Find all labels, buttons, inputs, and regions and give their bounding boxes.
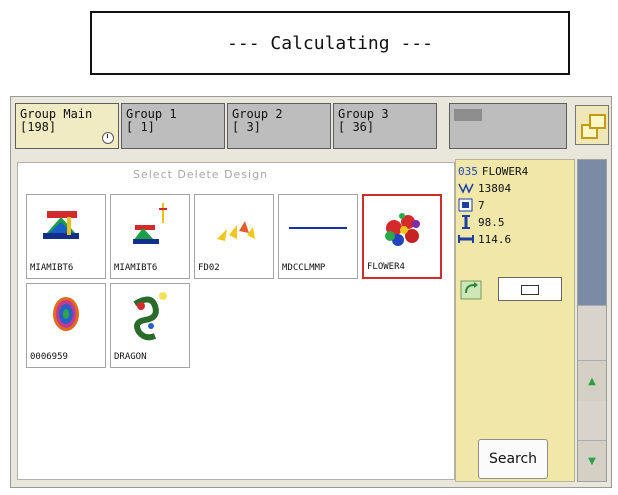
- height-icon: [458, 215, 474, 229]
- design-number: 035: [458, 164, 478, 178]
- design-thumb-0006959[interactable]: 0006959: [26, 283, 106, 368]
- stitch-count-row: 13804: [458, 180, 511, 196]
- design-label: MIAMIBT6: [114, 263, 158, 273]
- design-height: 98.5: [478, 215, 505, 229]
- design-label: MDCCLMMP: [282, 263, 326, 273]
- stitch-icon: [458, 181, 474, 195]
- tab-filter[interactable]: [449, 103, 567, 149]
- multi-select-button[interactable]: [575, 105, 609, 145]
- height-row: 98.5: [458, 214, 505, 230]
- preview-frame-box[interactable]: [498, 277, 562, 301]
- stitch-count: 13804: [478, 181, 512, 195]
- rotate-icon[interactable]: [460, 280, 482, 300]
- design-list-scrollbar[interactable]: ▲ ▼: [577, 159, 607, 482]
- design-label: 0006959: [30, 352, 68, 362]
- search-button[interactable]: Search: [478, 439, 548, 479]
- design-label: FLOWER4: [367, 262, 405, 272]
- design-grid: Select Delete Design MIAMIBT6 MIAMIBT6 F…: [17, 162, 455, 480]
- tab-label: Group 2: [232, 107, 283, 121]
- clock-icon: [102, 132, 114, 144]
- color-count-row: 7: [458, 197, 485, 213]
- tab-count: [ 36]: [338, 120, 375, 134]
- scroll-track[interactable]: [578, 160, 606, 305]
- width-icon: [458, 232, 474, 246]
- miami-design-icon: [133, 203, 167, 244]
- tab-group-3[interactable]: Group 3 [ 36]: [333, 103, 437, 149]
- filter-icon: [454, 108, 482, 121]
- design-thumb-mdcclmmp[interactable]: MDCCLMMP: [278, 194, 358, 279]
- design-label: DRAGON: [114, 352, 147, 362]
- scroll-up-arrow[interactable]: ▲: [578, 360, 606, 401]
- fd02-design-icon: [217, 221, 255, 241]
- design-thumb-miamibt6[interactable]: MIAMIBT6: [26, 194, 106, 279]
- calculating-status: --- Calculating ---: [90, 11, 570, 75]
- miami-design-icon: [43, 211, 79, 239]
- tab-group-1[interactable]: Group 1 [ 1]: [121, 103, 225, 149]
- design-area-title: Select Delete Design: [133, 168, 269, 181]
- design-label: MIAMIBT6: [30, 263, 74, 273]
- design-name-row: 035 FLOWER4: [458, 163, 528, 179]
- tab-label: Group 3: [338, 107, 389, 121]
- design-thumb-dragon[interactable]: DRAGON: [110, 283, 190, 368]
- tab-label: Group 1: [126, 107, 177, 121]
- flower-design-icon: [385, 213, 420, 246]
- color-count: 7: [478, 198, 485, 212]
- design-info-panel: 035 FLOWER4 13804 7 98.5 114.6 Search: [455, 159, 575, 482]
- line-design-icon: [289, 227, 347, 229]
- tab-label: Group Main: [20, 107, 93, 121]
- design-name: FLOWER4: [481, 164, 529, 178]
- tab-group-2[interactable]: Group 2 [ 3]: [227, 103, 331, 149]
- design-label: FD02: [198, 263, 220, 273]
- design-width: 114.6: [478, 232, 512, 246]
- dragon-design-icon: [133, 292, 167, 341]
- width-row: 114.6: [458, 231, 511, 247]
- tab-count: [ 3]: [232, 120, 261, 134]
- design-thumb-miamibt6-2[interactable]: MIAMIBT6: [110, 194, 190, 279]
- scroll-down-arrow[interactable]: ▼: [578, 440, 606, 481]
- color-change-icon: [458, 198, 474, 212]
- tab-count: [ 1]: [126, 120, 155, 134]
- design-thumb-fd02[interactable]: FD02: [194, 194, 274, 279]
- design-thumb-flower4[interactable]: FLOWER4: [362, 194, 442, 279]
- medallion-design-icon: [53, 297, 79, 331]
- design-selection-panel: Group Main [198] Group 1 [ 1] Group 2 [ …: [10, 96, 612, 488]
- tab-group-main[interactable]: Group Main [198]: [15, 103, 119, 149]
- stack-square-icon: [589, 114, 606, 129]
- tab-count: [198]: [20, 120, 57, 134]
